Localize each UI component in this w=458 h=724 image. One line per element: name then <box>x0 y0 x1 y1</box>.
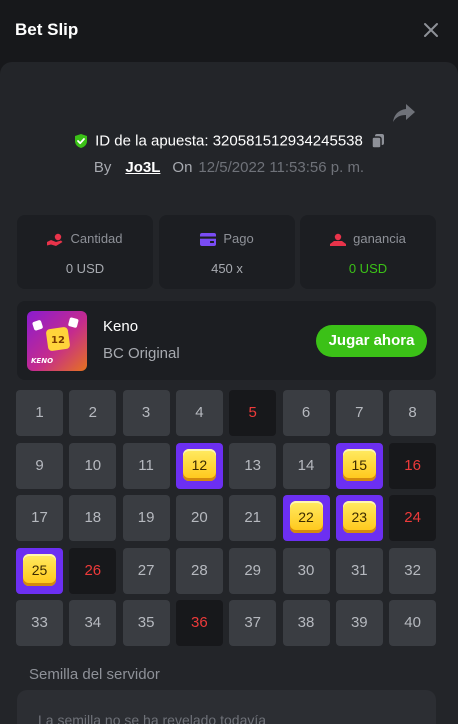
share-icon[interactable] <box>392 102 416 124</box>
game-name: Keno <box>103 318 139 335</box>
keno-cell-miss: 16 <box>389 442 437 489</box>
keno-cell-normal: 11 <box>122 442 170 489</box>
keno-number-grid: 1 2 3 4 5 6 7 8 9 10 11 12 13 14 15 16 17 18 19 20 21 22 23 24 2… <box>16 390 437 646</box>
gem-tile-icon: 22 <box>289 501 323 533</box>
copy-icon[interactable] <box>371 133 385 149</box>
keno-cell-miss: 26 <box>69 547 117 594</box>
bet-details-panel: ID de la apuesta: 320581512934245538 By J… <box>0 62 458 724</box>
keno-cell-normal: 39 <box>335 600 383 646</box>
keno-cell-normal: 31 <box>335 547 383 594</box>
stat-profit: ganancia 0 USD <box>300 215 436 289</box>
server-seed-field: La semilla no se ha revelado todavía <box>17 690 436 724</box>
modal-title: Bet Slip <box>15 20 79 39</box>
keno-cell-normal: 7 <box>335 390 383 436</box>
keno-cell-normal: 6 <box>282 390 330 436</box>
profit-label: ganancia <box>353 231 406 246</box>
keno-cell-normal: 34 <box>69 600 117 646</box>
bet-id-row: ID de la apuesta: 320581512934245538 <box>0 132 458 150</box>
on-label: On <box>172 159 193 176</box>
by-label: By <box>93 159 112 176</box>
keno-cell-normal: 35 <box>122 600 170 646</box>
bet-stats: Cantidad 0 USD Pago 450 x ganancia 0 USD <box>17 215 436 289</box>
keno-cell-normal: 1 <box>16 390 63 436</box>
keno-cell-normal: 27 <box>122 547 170 594</box>
keno-cell-normal: 40 <box>389 600 437 646</box>
game-card: 12 KENO Keno BC Original Jugar ahora <box>17 301 436 380</box>
profit-value: 0 USD <box>348 261 388 276</box>
keno-cell-normal: 9 <box>16 442 63 489</box>
keno-cell-normal: 14 <box>282 442 330 489</box>
keno-logo-icon: 12 KENO <box>31 317 79 365</box>
keno-cell-normal: 20 <box>175 495 223 541</box>
amount-value: 0 USD <box>65 261 105 276</box>
keno-cell-normal: 13 <box>229 442 277 489</box>
payout-label: Pago <box>223 231 254 246</box>
gem-tile-icon: 23 <box>342 501 376 533</box>
gem-tile-icon: 15 <box>342 448 376 481</box>
payout-value: 450 x <box>211 261 243 276</box>
keno-cell-normal: 2 <box>69 390 117 436</box>
keno-cell-normal: 32 <box>389 547 437 594</box>
stat-payout: Pago 450 x <box>159 215 295 289</box>
close-icon[interactable] <box>421 20 441 40</box>
wallet-icon <box>200 233 217 247</box>
keno-game-thumbnail: 12 KENO <box>27 311 87 371</box>
bet-id-label: ID de la apuesta: <box>95 132 209 150</box>
svg-text:KENO: KENO <box>31 357 53 365</box>
amount-label: Cantidad <box>70 231 123 246</box>
play-now-button[interactable]: Jugar ahora <box>316 325 427 357</box>
keno-cell-normal: 30 <box>282 547 330 594</box>
stat-amount: Cantidad 0 USD <box>17 215 153 289</box>
keno-cell-hit: 23 <box>335 495 383 541</box>
bet-id-value: 320581512934245538 <box>212 132 363 150</box>
keno-cell-normal: 8 <box>389 390 437 436</box>
server-seed-label: Semilla del servidor <box>29 666 160 683</box>
hand-coin-icon <box>47 233 63 246</box>
keno-cell-normal: 3 <box>122 390 170 436</box>
keno-cell-normal: 38 <box>282 600 330 646</box>
keno-cell-hit: 12 <box>175 442 223 489</box>
bet-author-row: By Jo3L On 12/5/2022 11:53:56 p. m. <box>0 159 458 176</box>
keno-cell-miss: 5 <box>229 390 277 436</box>
keno-cell-normal: 10 <box>69 442 117 489</box>
svg-text:12: 12 <box>51 335 65 346</box>
game-provider: BC Original <box>103 345 180 362</box>
keno-cell-hit: 15 <box>335 442 383 489</box>
profit-icon <box>330 233 347 246</box>
server-seed-value: La semilla no se ha revelado todavía <box>38 712 267 724</box>
bet-slip-header: Bet Slip <box>0 0 458 62</box>
keno-cell-normal: 21 <box>229 495 277 541</box>
shield-check-icon <box>75 134 88 149</box>
keno-cell-normal: 18 <box>69 495 117 541</box>
keno-cell-normal: 33 <box>16 600 63 646</box>
bet-date: 12/5/2022 11:53:56 p. m. <box>198 159 365 176</box>
keno-cell-normal: 19 <box>122 495 170 541</box>
username-link[interactable]: Jo3L <box>125 159 160 176</box>
keno-cell-normal: 29 <box>229 547 277 594</box>
keno-cell-miss: 24 <box>389 495 437 541</box>
keno-cell-miss: 36 <box>175 600 223 646</box>
gem-tile-icon: 12 <box>182 448 216 481</box>
keno-cell-normal: 4 <box>175 390 223 436</box>
keno-cell-normal: 28 <box>175 547 223 594</box>
keno-cell-hit: 25 <box>16 547 63 594</box>
keno-cell-normal: 17 <box>16 495 63 541</box>
gem-tile-icon: 25 <box>23 553 56 586</box>
keno-cell-hit: 22 <box>282 495 330 541</box>
keno-cell-normal: 37 <box>229 600 277 646</box>
